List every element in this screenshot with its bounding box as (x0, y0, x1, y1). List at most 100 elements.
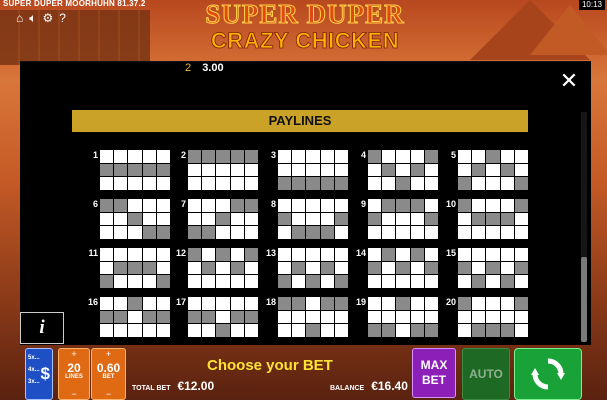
multiplier-label: 5x... (28, 355, 40, 361)
payline-cell (368, 248, 382, 261)
bet-selector[interactable]: + 0.60 BET − (91, 348, 126, 400)
payline-cell (500, 310, 514, 324)
total-bet-value: €12.00 (177, 379, 215, 393)
payline-board (278, 297, 348, 337)
payline-cell (216, 212, 230, 226)
payline-cell (514, 310, 528, 324)
payline-board (188, 150, 258, 190)
payline-cell (230, 297, 244, 310)
payline-cell (188, 212, 202, 226)
payline-cell (128, 163, 142, 177)
payline-cell (514, 248, 528, 261)
payline-cell (368, 275, 382, 288)
payline-15: 15 (438, 248, 528, 292)
home-icon[interactable]: ⌂ (16, 11, 23, 26)
payline-board (368, 150, 438, 190)
help-icon[interactable]: ? (59, 11, 66, 26)
payline-cell (472, 297, 486, 310)
max-bet-line2: BET (422, 373, 446, 387)
payline-cell (396, 310, 410, 324)
settings-icon[interactable]: ⚙︎ (42, 11, 53, 26)
info-button[interactable]: i (20, 312, 64, 344)
close-icon[interactable]: ✕ (558, 70, 580, 92)
payline-cell (458, 297, 472, 310)
payline-14: 14 (348, 248, 438, 292)
multiplier-button[interactable]: 5x... 4x... 3x... $ (25, 348, 53, 400)
payline-cell (396, 163, 410, 177)
payline-cell (100, 248, 114, 261)
payline-cell (128, 324, 142, 337)
payline-cell (188, 199, 202, 212)
payline-cell (424, 212, 438, 226)
payline-number: 4 (360, 150, 366, 160)
payline-cell (396, 212, 410, 226)
payline-11: 11 (80, 248, 170, 292)
payline-board (278, 199, 348, 239)
lines-selector[interactable]: + 20 LINES − (58, 348, 90, 400)
payline-cell (278, 275, 292, 288)
payline-cell (114, 297, 128, 310)
payline-18: 18 (258, 297, 348, 341)
payline-cell (292, 310, 306, 324)
payline-cell (320, 310, 334, 324)
payline-cell (306, 310, 320, 324)
payline-13: 13 (258, 248, 348, 292)
scroll-thumb[interactable] (581, 257, 587, 342)
scrollbar[interactable] (581, 112, 587, 342)
payline-cell (244, 261, 258, 275)
payline-cell (514, 163, 528, 177)
lines-plus-button[interactable]: + (59, 349, 89, 359)
payline-cell (292, 150, 306, 163)
payline-cell (100, 310, 114, 324)
payline-cell (410, 212, 424, 226)
lines-minus-button[interactable]: − (59, 390, 89, 399)
max-bet-button[interactable]: MAX BET (412, 348, 456, 398)
lines-value: 20 (67, 361, 81, 375)
payline-cell (188, 297, 202, 310)
bet-plus-button[interactable]: + (92, 349, 125, 359)
payline-cell (244, 226, 258, 239)
payline-cell (410, 297, 424, 310)
spin-button[interactable] (514, 348, 582, 400)
payout-row: 2 3.00 (185, 62, 224, 74)
payline-cell (486, 297, 500, 310)
payline-cell (278, 248, 292, 261)
payline-cell (202, 275, 216, 288)
payline-cell (424, 177, 438, 190)
dollar-icon: $ (40, 364, 50, 383)
payline-cell (424, 324, 438, 337)
sound-icon[interactable]: 🔈︎ (29, 11, 36, 26)
bet-minus-button[interactable]: − (92, 390, 125, 399)
payline-number: 18 (265, 297, 276, 307)
payline-cell (142, 226, 156, 239)
payline-cell (320, 275, 334, 288)
payline-cell (292, 297, 306, 310)
payline-board (188, 199, 258, 239)
payline-number: 13 (265, 248, 276, 258)
payline-cell (320, 212, 334, 226)
payline-cell (486, 310, 500, 324)
auto-button[interactable]: AUTO (462, 348, 510, 400)
payline-cell (514, 177, 528, 190)
payline-cell (472, 177, 486, 190)
payline-cell (334, 248, 348, 261)
payline-cell (382, 177, 396, 190)
payline-number: 6 (92, 199, 98, 209)
payline-cell (320, 261, 334, 275)
payline-cell (368, 212, 382, 226)
payline-cell (458, 324, 472, 337)
payline-cell (320, 163, 334, 177)
payline-cell (100, 226, 114, 239)
payline-cell (114, 163, 128, 177)
payline-16: 16 (80, 297, 170, 341)
payline-1: 1 (80, 150, 170, 194)
payline-cell (486, 226, 500, 239)
payline-cell (244, 248, 258, 261)
payline-number: 12 (175, 248, 186, 258)
payline-board (100, 248, 170, 288)
payline-cell (410, 177, 424, 190)
payline-cell (292, 248, 306, 261)
payline-cell (188, 150, 202, 163)
payline-2: 2 (168, 150, 258, 194)
payline-cell (100, 261, 114, 275)
